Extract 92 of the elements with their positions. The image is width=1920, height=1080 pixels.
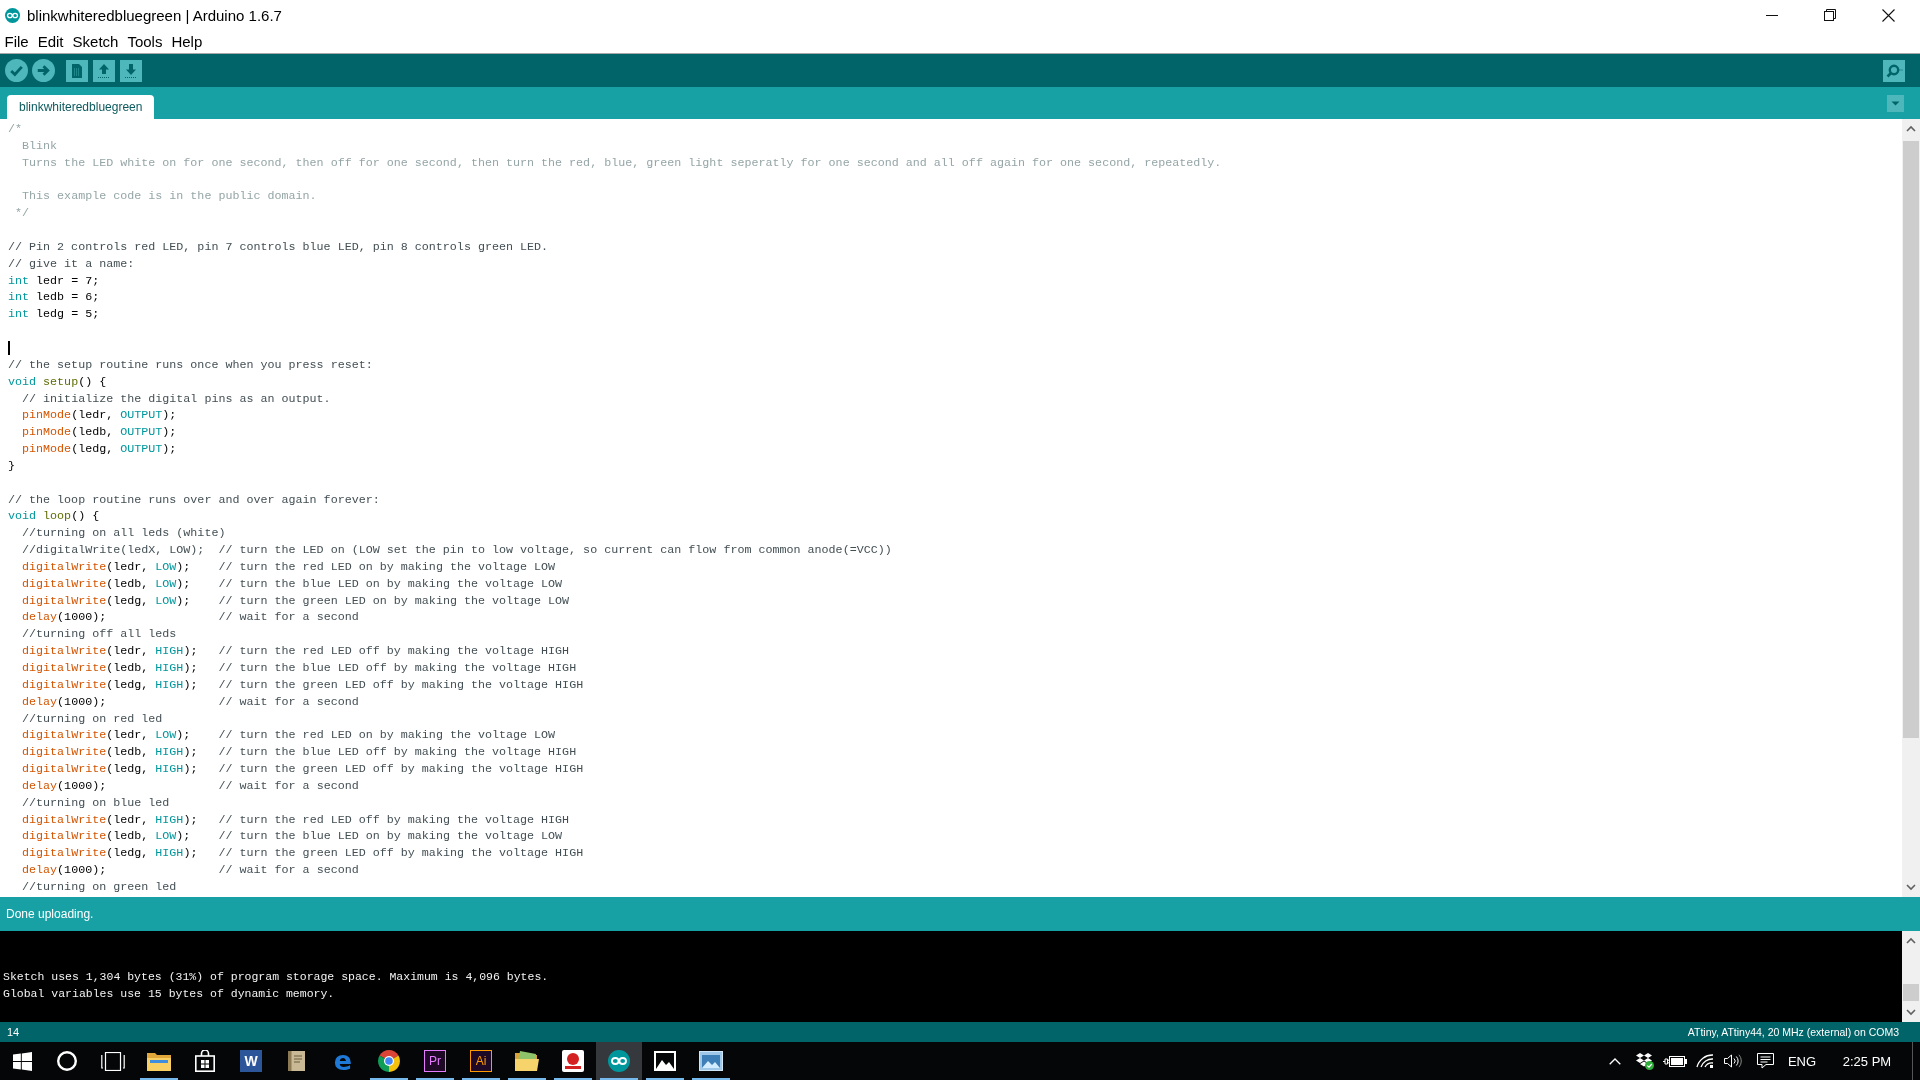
message-icon[interactable] (1756, 1053, 1774, 1069)
status-message: Done uploading. (6, 907, 94, 921)
box-icon[interactable] (1636, 1052, 1654, 1070)
taskbar-button[interactable]: Pr (412, 1042, 458, 1080)
code-line: Blink (22, 138, 58, 153)
code-line: digitalWrite(ledg, LOW); // turn the green LED on by making the voltage LOW (22, 593, 570, 608)
menu-item[interactable]: Help (166, 33, 207, 50)
battery-icon[interactable] (1663, 1055, 1687, 1067)
code-line: delay(1000); // wait for a second (22, 778, 359, 793)
restore-icon[interactable] (1824, 9, 1836, 21)
code-line: // the loop routine runs over and over again forever: (8, 492, 380, 507)
code-line: void loop() { (8, 509, 100, 524)
code-line: digitalWrite(ledb, LOW); // turn the blue LED on by making the voltage LOW (22, 576, 563, 591)
code-line: digitalWrite(ledg, HIGH); // turn the green LED off by making the voltage HIGH (22, 846, 584, 861)
code-line: digitalWrite(ledb, HIGH); // turn the blue LED off by making the voltage HIGH (22, 745, 577, 760)
four-panes-icon[interactable] (12, 1051, 32, 1071)
menu-item[interactable]: Edit (33, 33, 69, 50)
picture-icon (654, 1051, 676, 1071)
code-line: /* (8, 122, 23, 136)
code-line: digitalWrite(ledr, HIGH); // turn the red LED off by making the voltage HIGH (22, 644, 570, 659)
line-number: 14 (7, 1026, 20, 1038)
code-line: digitalWrite(ledb, LOW); // turn the blue LED on by making the voltage LOW (22, 829, 563, 844)
taskbar-button[interactable]: W (228, 1042, 274, 1080)
board-info: ATtiny, ATtiny44, 20 MHz (external) on COM3 (1687, 1026, 1899, 1038)
code-line: //turning on green led (22, 879, 177, 894)
clock[interactable]: 2:25 PM (1842, 1053, 1892, 1069)
code-line: // initialize the digital pins as an output. (22, 391, 331, 406)
language-indicator[interactable]: ENG (1787, 1053, 1817, 1069)
console-line: Sketch uses 1,304 bytes (31%) of program storage space. Maximum is 4,096 bytes. (3, 970, 549, 983)
check-icon[interactable] (5, 59, 28, 82)
code-line: int ledb = 6; (8, 290, 100, 305)
code-line: pinMode(ledg, OUTPUT); (22, 442, 177, 457)
code-line: } (8, 458, 15, 473)
taskbar-button[interactable] (596, 1042, 642, 1080)
code-line: digitalWrite(ledr, LOW); // turn the red LED on by making the voltage LOW (22, 728, 556, 743)
letter-logo: e (333, 1049, 353, 1073)
letter-tile: W (240, 1050, 262, 1072)
folder-icon (515, 1051, 539, 1071)
notebook-icon (287, 1050, 307, 1072)
code-line: //turning on all leds (white) (22, 526, 226, 541)
document-icon[interactable] (66, 59, 88, 82)
code-line: delay(1000); // wait for a second (22, 610, 359, 625)
code-line: //turning on red led (22, 711, 163, 726)
code-line: digitalWrite(ledb, HIGH); // turn the blue LED off by making the voltage HIGH (22, 661, 577, 675)
code-line: pinMode(ledb, OUTPUT); (22, 425, 177, 440)
console-line: Global variables use 15 bytes of dynamic memory. (3, 987, 335, 1000)
close-icon[interactable] (1881, 8, 1895, 22)
tricolor-ring-icon (378, 1050, 400, 1072)
speaker-icon[interactable] (1724, 1054, 1744, 1068)
taskbar-button[interactable]: e (320, 1042, 366, 1080)
menu-item[interactable]: Tools (122, 33, 167, 50)
code-line: digitalWrite(ledr, LOW); // turn the red LED on by making the voltage LOW (22, 559, 556, 574)
dropdown-icon[interactable] (1887, 95, 1904, 112)
magnifier-icon[interactable] (1883, 59, 1905, 82)
minimize-icon[interactable] (1766, 14, 1778, 16)
infinity-logo-icon (5, 7, 20, 23)
letter-tile: Pr (424, 1050, 446, 1072)
shopping-bag-icon (195, 1050, 215, 1072)
window-title: blinkwhiteredbluegreen | Arduino 1.6.7 (27, 6, 282, 24)
code-line: void setup() { (8, 374, 107, 389)
code-line: delay(1000); // wait for a second (22, 694, 359, 709)
menu-item[interactable]: Sketch (68, 33, 123, 50)
code-line: digitalWrite(ledg, HIGH); // turn the green LED off by making the voltage HIGH (22, 762, 584, 777)
app-badge-icon (562, 1050, 584, 1072)
code-line: delay(1000); // wait for a second (22, 863, 359, 878)
code-line: //turning on blue led (22, 795, 170, 810)
code-line: Turns the LED white on for one second, then off for one second, then turn the red, blue, green light seperatly for one second and all off again for one second, repeatedly. (22, 155, 1222, 170)
code-line: int ledr = 7; (8, 273, 100, 288)
code-line: int ledg = 5; (8, 307, 100, 322)
code-line: digitalWrite(ledg, HIGH); // turn the green LED off by making the voltage HIGH (22, 677, 584, 692)
menu-item[interactable]: File (0, 33, 34, 50)
code-line: // Pin 2 controls red LED, pin 7 controls blue LED, pin 8 controls green LED. (8, 239, 549, 254)
infinity-logo-icon (608, 1050, 630, 1072)
chevron-up-icon[interactable] (1609, 1057, 1621, 1065)
task-view-icon[interactable] (101, 1051, 125, 1071)
folder-icon (147, 1051, 171, 1071)
taskbar-button[interactable]: Ai (458, 1042, 504, 1080)
scrollbar-thumb[interactable] (1903, 984, 1919, 1001)
code-line: //digitalWrite(ledX, LOW); // turn the LED on (LOW set the pin to low voltage, so current can flow from common anode(=VCC)) (22, 543, 892, 558)
code-line: digitalWrite(ledr, HIGH); // turn the red LED off by making the voltage HIGH (22, 812, 570, 827)
sketch-tab[interactable]: blinkwhiteredbluegreen (7, 95, 155, 119)
letter-tile: Ai (470, 1050, 492, 1072)
framed-picture-icon (699, 1051, 723, 1071)
code-line: // the setup routine runs once when you press reset: (8, 357, 373, 372)
wifi-icon[interactable] (1696, 1054, 1714, 1068)
code-line: //turning off all leds (22, 627, 177, 642)
code-line: */ (15, 206, 30, 221)
code-line: pinMode(ledr, OUTPUT); (22, 408, 177, 423)
code-line: // give it a name: (8, 256, 135, 271)
code-line: This example code is in the public domain. (22, 189, 317, 204)
scrollbar-thumb[interactable] (1903, 141, 1919, 738)
circle-icon[interactable] (57, 1051, 77, 1071)
